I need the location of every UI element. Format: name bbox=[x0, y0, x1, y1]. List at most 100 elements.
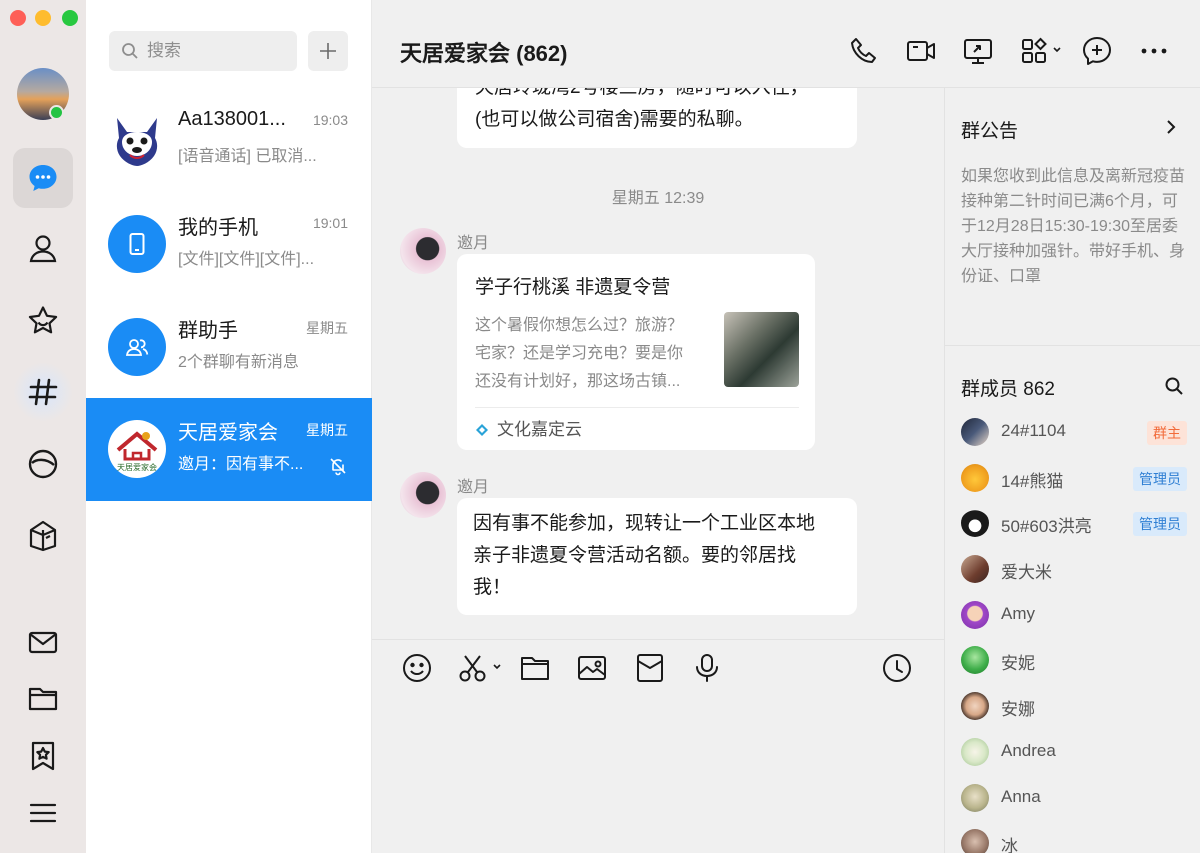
nav-folder-button[interactable] bbox=[13, 668, 73, 728]
nav-chat-button[interactable] bbox=[13, 148, 73, 208]
conversation-item[interactable]: Aa138001... 19:03 [语音通话] 已取消... bbox=[86, 90, 372, 193]
screen-share-icon[interactable] bbox=[962, 35, 994, 67]
nav-rail bbox=[0, 0, 86, 853]
planet-icon bbox=[28, 449, 58, 479]
nav-contacts-button[interactable] bbox=[13, 219, 73, 279]
search-box[interactable] bbox=[109, 31, 297, 71]
member-item[interactable]: 安妮 bbox=[961, 646, 1189, 678]
member-avatar bbox=[961, 784, 989, 812]
card-source-name: 文化嘉定云 bbox=[497, 420, 582, 439]
nav-menu-button[interactable] bbox=[13, 783, 73, 843]
window-close-button[interactable] bbox=[10, 10, 26, 26]
message-timestamp: 星期五 12:39 bbox=[611, 190, 705, 207]
member-avatar bbox=[961, 555, 989, 583]
conversation-preview: [语音通话] 已取消... bbox=[178, 148, 317, 165]
member-item[interactable]: 爱大米 bbox=[961, 555, 1189, 587]
card-description-line: 这个暑假你想怎么过？旅游？ bbox=[475, 317, 684, 334]
conversation-item[interactable]: 群助手 星期五 2个群聊有新消息 bbox=[86, 296, 372, 399]
message-text: 我！ bbox=[473, 577, 512, 598]
member-name: Andrea bbox=[1001, 741, 1056, 760]
emoji-icon[interactable] bbox=[401, 652, 433, 684]
card-thumbnail bbox=[724, 312, 799, 387]
member-avatar bbox=[961, 738, 989, 766]
menu-icon bbox=[29, 803, 57, 823]
divider bbox=[945, 345, 1200, 346]
conversation-time: 星期五 bbox=[306, 422, 348, 438]
member-avatar bbox=[961, 464, 989, 492]
member-item[interactable]: 安娜 bbox=[961, 692, 1189, 724]
member-avatar bbox=[961, 509, 989, 537]
message-bubble[interactable]: 因有事不能参加，现转让一个工业区本地 亲子非遗夏令营活动名额。要的邻居找 我！ bbox=[457, 498, 857, 615]
conversation-item-selected[interactable]: 天居爱家会 天居爱家会 星期五 邀月：因有事不... bbox=[86, 398, 372, 501]
more-icon[interactable] bbox=[1138, 35, 1170, 67]
contacts-icon bbox=[29, 235, 57, 263]
message-text: 天居玲珑湾2号楼三房，随时可以入住， bbox=[475, 88, 839, 104]
card-description-line: 宅家？还是学习充电？要是你 bbox=[475, 345, 684, 362]
muted-bell-icon bbox=[330, 458, 346, 476]
sender-avatar[interactable] bbox=[400, 472, 446, 518]
history-clock-icon[interactable] bbox=[881, 652, 913, 684]
link-card[interactable]: 学子行桃溪 非遗夏令营 这个暑假你想怎么过？旅游？ 宅家？还是学习充电？要是你 … bbox=[457, 254, 815, 450]
sender-name: 邀月 bbox=[457, 479, 490, 496]
member-name: 50#603洪亮 bbox=[1001, 517, 1092, 536]
house-logo-icon: 天居爱家会 bbox=[116, 431, 158, 472]
conversation-name: 我的手机 bbox=[178, 217, 258, 239]
window-minimize-button[interactable] bbox=[35, 10, 51, 26]
image-icon[interactable] bbox=[576, 652, 608, 684]
nav-bookmark-button[interactable] bbox=[13, 726, 73, 786]
member-item[interactable]: 50#603洪亮 管理员 bbox=[961, 509, 1189, 541]
member-name: 24#1104 bbox=[1001, 421, 1066, 440]
member-name: Anna bbox=[1001, 787, 1041, 806]
file-folder-icon[interactable] bbox=[519, 652, 551, 684]
chat-pane: 天居爱家会 (862) 天居玲珑湾2号楼三房，随时可以入住， (也可以做公司宿舍… bbox=[372, 0, 1200, 853]
search-icon bbox=[122, 43, 138, 59]
conversation-item[interactable]: 我的手机 19:01 [文件][文件][文件]... bbox=[86, 193, 372, 296]
nav-favorites-button[interactable] bbox=[13, 291, 73, 351]
card-description: 这个暑假你想怎么过？旅游？ 宅家？还是学习充电？要是你 还没有计划好，那这场古镇… bbox=[475, 312, 703, 396]
my-phone-avatar bbox=[108, 215, 166, 273]
member-name: 冰 bbox=[1001, 837, 1018, 853]
member-name: 安娜 bbox=[1001, 700, 1035, 719]
message-bubble[interactable]: 天居玲珑湾2号楼三房，随时可以入住， (也可以做公司宿舍)需要的私聊。 bbox=[457, 88, 857, 148]
chat-icon bbox=[29, 165, 57, 191]
member-item[interactable]: Andrea bbox=[961, 738, 1189, 770]
plus-icon bbox=[320, 43, 336, 59]
apps-grid-icon[interactable] bbox=[1019, 35, 1063, 67]
window-zoom-button[interactable] bbox=[62, 10, 78, 26]
message-text: (也可以做公司宿舍)需要的私聊。 bbox=[475, 109, 754, 130]
message-text: 因有事不能参加，现转让一个工业区本地 bbox=[473, 513, 816, 534]
video-call-icon[interactable] bbox=[905, 35, 937, 67]
screenshot-scissors-icon[interactable] bbox=[458, 652, 506, 684]
hashtag-icon bbox=[28, 378, 58, 406]
conversation-name: 群助手 bbox=[178, 320, 238, 342]
nav-channels-button[interactable] bbox=[13, 362, 73, 422]
message-composer[interactable] bbox=[372, 639, 944, 853]
mail-icon bbox=[28, 631, 58, 654]
search-icon[interactable] bbox=[1164, 376, 1184, 396]
add-chat-icon[interactable] bbox=[1081, 35, 1113, 67]
group-logo-avatar: 天居爱家会 bbox=[108, 420, 166, 478]
member-item[interactable]: 14#熊猫 管理员 bbox=[961, 464, 1189, 496]
red-packet-icon[interactable] bbox=[634, 652, 666, 684]
source-logo-icon bbox=[476, 424, 488, 436]
contact-avatar bbox=[108, 112, 166, 170]
member-item[interactable]: Anna bbox=[961, 784, 1189, 816]
nav-circle-button[interactable] bbox=[13, 434, 73, 494]
nav-apps-button[interactable] bbox=[13, 505, 73, 565]
chevron-right-icon[interactable] bbox=[1162, 118, 1180, 136]
bookmark-star-icon bbox=[31, 741, 55, 771]
member-item[interactable]: Amy bbox=[961, 601, 1189, 633]
member-item[interactable]: 24#1104 群主 bbox=[961, 418, 1189, 450]
conversation-preview: 2个群聊有新消息 bbox=[178, 354, 299, 371]
search-input[interactable] bbox=[147, 41, 287, 61]
sender-avatar[interactable] bbox=[400, 228, 446, 274]
member-item[interactable]: 冰 bbox=[961, 829, 1189, 853]
message-list: 天居玲珑湾2号楼三房，随时可以入住， (也可以做公司宿舍)需要的私聊。 星期五 … bbox=[372, 88, 944, 640]
voice-call-icon[interactable] bbox=[848, 35, 880, 67]
microphone-icon[interactable] bbox=[691, 652, 723, 684]
add-button[interactable] bbox=[308, 31, 348, 71]
group-info-panel: 群公告 如果您收到此信息及离新冠疫苗接种第二针时间已满6个月，可于12月28日1… bbox=[944, 88, 1200, 853]
nav-mail-button[interactable] bbox=[13, 612, 73, 672]
group-notice-title[interactable]: 群公告 bbox=[961, 116, 1018, 143]
logo-text: 天居爱家会 bbox=[117, 462, 157, 472]
